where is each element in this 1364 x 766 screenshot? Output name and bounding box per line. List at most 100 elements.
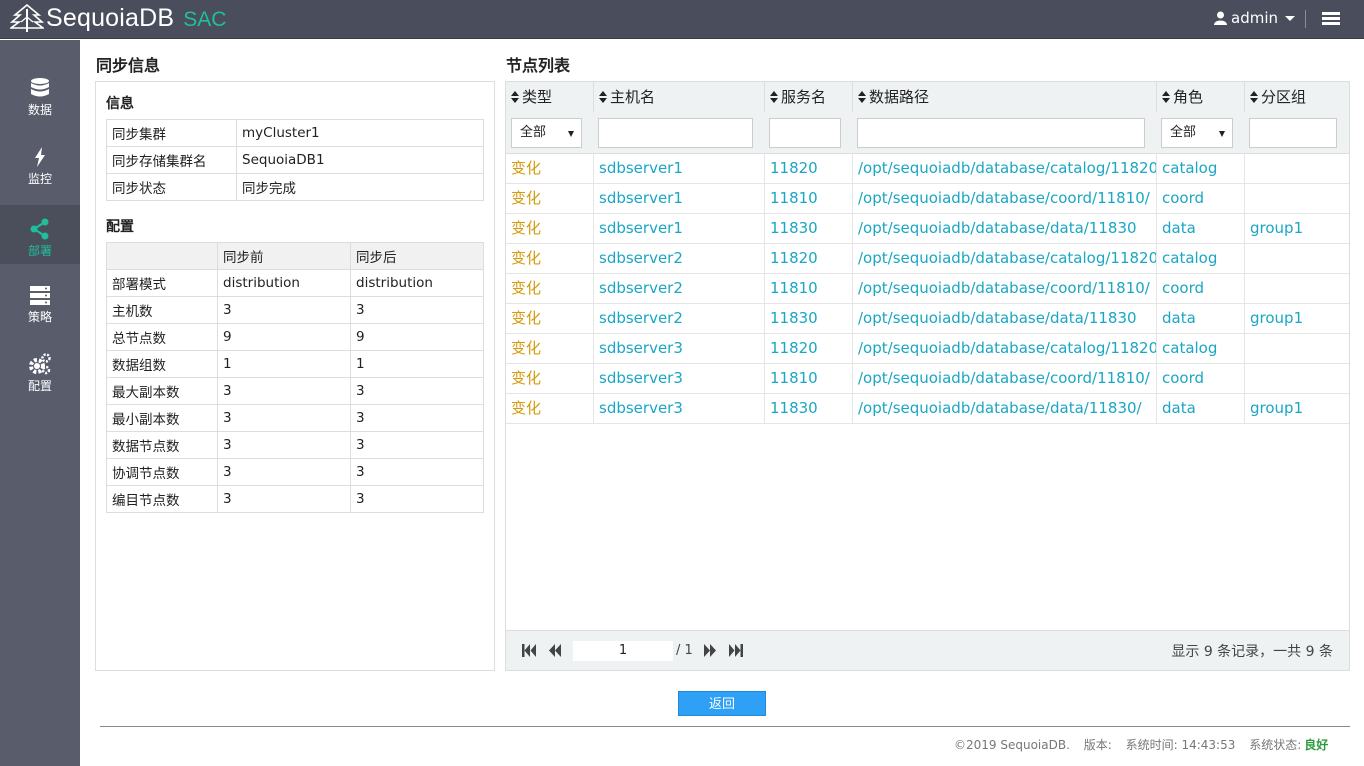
cell-role[interactable]: coord <box>1156 364 1244 394</box>
column-header-path[interactable]: 数据路径 <box>852 82 1156 112</box>
cell-host[interactable]: sdbserver3 <box>593 394 764 424</box>
cell-role[interactable]: catalog <box>1156 244 1244 274</box>
cell-service[interactable]: 11810 <box>764 184 852 214</box>
sidebar-item-label: 配置 <box>27 379 52 393</box>
cell-service[interactable]: 11830 <box>764 394 852 424</box>
sort-icon <box>599 91 607 103</box>
cell-path[interactable]: /opt/sequoiadb/database/coord/11810/ <box>852 184 1156 214</box>
brand[interactable]: SequoiaDB SAC <box>10 3 226 33</box>
cell-type[interactable]: 变化 <box>506 394 593 424</box>
cell-host[interactable]: sdbserver2 <box>593 304 764 334</box>
cell-type[interactable]: 变化 <box>506 154 593 184</box>
cell-type[interactable]: 变化 <box>506 334 593 364</box>
sidebar-item-monitor[interactable]: 监控 <box>0 146 80 205</box>
cell-service[interactable]: 11820 <box>764 244 852 274</box>
cell-type[interactable]: 变化 <box>506 304 593 334</box>
column-header-host[interactable]: 主机名 <box>593 82 764 112</box>
cell-type[interactable]: 变化 <box>506 364 593 394</box>
cell-group <box>1244 334 1349 364</box>
cell-role[interactable]: data <box>1156 214 1244 244</box>
last-page-icon[interactable] <box>728 644 743 657</box>
cell-host[interactable]: sdbserver2 <box>593 244 764 274</box>
cell-group <box>1244 154 1349 184</box>
sidebar-item-policy[interactable]: 策略 <box>0 284 80 343</box>
cell-service[interactable]: 11830 <box>764 214 852 244</box>
cell-path[interactable]: /opt/sequoiadb/database/catalog/11820/ <box>852 244 1156 274</box>
cell-type[interactable]: 变化 <box>506 214 593 244</box>
cell-host[interactable]: sdbserver2 <box>593 274 764 304</box>
cell-role[interactable]: catalog <box>1156 334 1244 364</box>
cell-service[interactable]: 11820 <box>764 334 852 364</box>
cell-host[interactable]: sdbserver1 <box>593 184 764 214</box>
cell-host[interactable]: sdbserver1 <box>593 214 764 244</box>
column-header-service[interactable]: 服务名 <box>764 82 852 112</box>
sidebar-item-config[interactable]: 配置 <box>0 353 80 412</box>
cell-path[interactable]: /opt/sequoiadb/database/catalog/11820/ <box>852 334 1156 364</box>
table-row: 变化 sdbserver3 11820/opt/sequoiadb/database… <box>506 334 1349 364</box>
sidebar-item-data[interactable]: 数据 <box>0 77 80 136</box>
service-filter-input[interactable] <box>769 118 841 148</box>
group-filter-input[interactable] <box>1249 118 1337 148</box>
cell-host[interactable]: sdbserver3 <box>593 334 764 364</box>
filter-value: 全部 <box>520 125 547 140</box>
cell-path[interactable]: /opt/sequoiadb/database/data/11830 <box>852 214 1156 244</box>
type-filter-select[interactable]: 全部 <box>511 118 582 148</box>
table-row: 变化 sdbserver3 11810/opt/sequoiadb/database… <box>506 364 1349 394</box>
role-filter-select[interactable]: 全部 <box>1161 118 1233 148</box>
column-label: 服务名 <box>781 88 827 106</box>
cell-role[interactable]: coord <box>1156 274 1244 304</box>
sort-icon <box>1162 91 1170 103</box>
user-menu[interactable]: admin <box>1214 9 1295 27</box>
table-row: 变化 sdbserver2 11820/opt/sequoiadb/database… <box>506 244 1349 274</box>
next-page-icon[interactable] <box>703 644 717 657</box>
cell-role[interactable]: data <box>1156 304 1244 334</box>
host-filter-input[interactable] <box>598 118 753 148</box>
config-after: 3 <box>350 296 484 324</box>
table-row: 总节点数 9 9 <box>106 323 484 351</box>
pagination: 1 / 1 显示 9 条记录，一共 9 条 <box>506 630 1349 670</box>
cell-path[interactable]: /opt/sequoiadb/database/coord/11810/ <box>852 364 1156 394</box>
sidebar-item-deploy[interactable]: 部署 <box>0 205 80 264</box>
path-filter-input[interactable] <box>857 118 1145 148</box>
cell-type[interactable]: 变化 <box>506 274 593 304</box>
column-header: 同步后 <box>350 242 484 270</box>
cell-path[interactable]: /opt/sequoiadb/database/data/11830/ <box>852 394 1156 424</box>
column-header-group[interactable]: 分区组 <box>1244 82 1349 112</box>
table-row: 最小副本数 3 3 <box>106 404 484 432</box>
cell-service[interactable]: 11820 <box>764 154 852 184</box>
cell-group[interactable]: group1 <box>1244 394 1349 424</box>
system-status-value: 良好 <box>1304 738 1329 752</box>
cell-role[interactable]: data <box>1156 394 1244 424</box>
back-button[interactable]: 返回 <box>678 691 766 716</box>
system-time: 系统时间: 14:43:53 <box>1125 738 1236 752</box>
cell-service[interactable]: 11810 <box>764 274 852 304</box>
cell-path[interactable]: /opt/sequoiadb/database/coord/11810/ <box>852 274 1156 304</box>
column-header: 同步前 <box>217 242 351 270</box>
product-name: SAC <box>183 7 227 31</box>
column-header-role[interactable]: 角色 <box>1156 82 1244 112</box>
top-bar: SequoiaDB SAC admin <box>0 0 1364 39</box>
cell-service[interactable]: 11810 <box>764 364 852 394</box>
cell-group[interactable]: group1 <box>1244 214 1349 244</box>
cell-path[interactable]: /opt/sequoiadb/database/data/11830 <box>852 304 1156 334</box>
prev-page-icon[interactable] <box>548 644 562 657</box>
cell-service[interactable]: 11830 <box>764 304 852 334</box>
cell-host[interactable]: sdbserver1 <box>593 154 764 184</box>
cell-role[interactable]: catalog <box>1156 154 1244 184</box>
column-header-type[interactable]: 类型 <box>506 82 593 112</box>
cell-host[interactable]: sdbserver3 <box>593 364 764 394</box>
config-subtitle: 配置 <box>106 219 134 235</box>
page-input[interactable]: 1 <box>573 641 673 661</box>
cell-group[interactable]: group1 <box>1244 304 1349 334</box>
cell-type[interactable]: 变化 <box>506 244 593 274</box>
cell-type[interactable]: 变化 <box>506 184 593 214</box>
menu-icon[interactable] <box>1322 12 1340 26</box>
info-value: SequoiaDB1 <box>236 146 484 174</box>
config-key: 主机数 <box>106 296 218 324</box>
cell-path[interactable]: /opt/sequoiadb/database/catalog/11820/ <box>852 154 1156 184</box>
cell-role[interactable]: coord <box>1156 184 1244 214</box>
column-label: 主机名 <box>610 88 656 106</box>
column-label: 数据路径 <box>869 88 930 106</box>
first-page-icon[interactable] <box>522 644 537 657</box>
table-row: 数据节点数 3 3 <box>106 431 484 459</box>
